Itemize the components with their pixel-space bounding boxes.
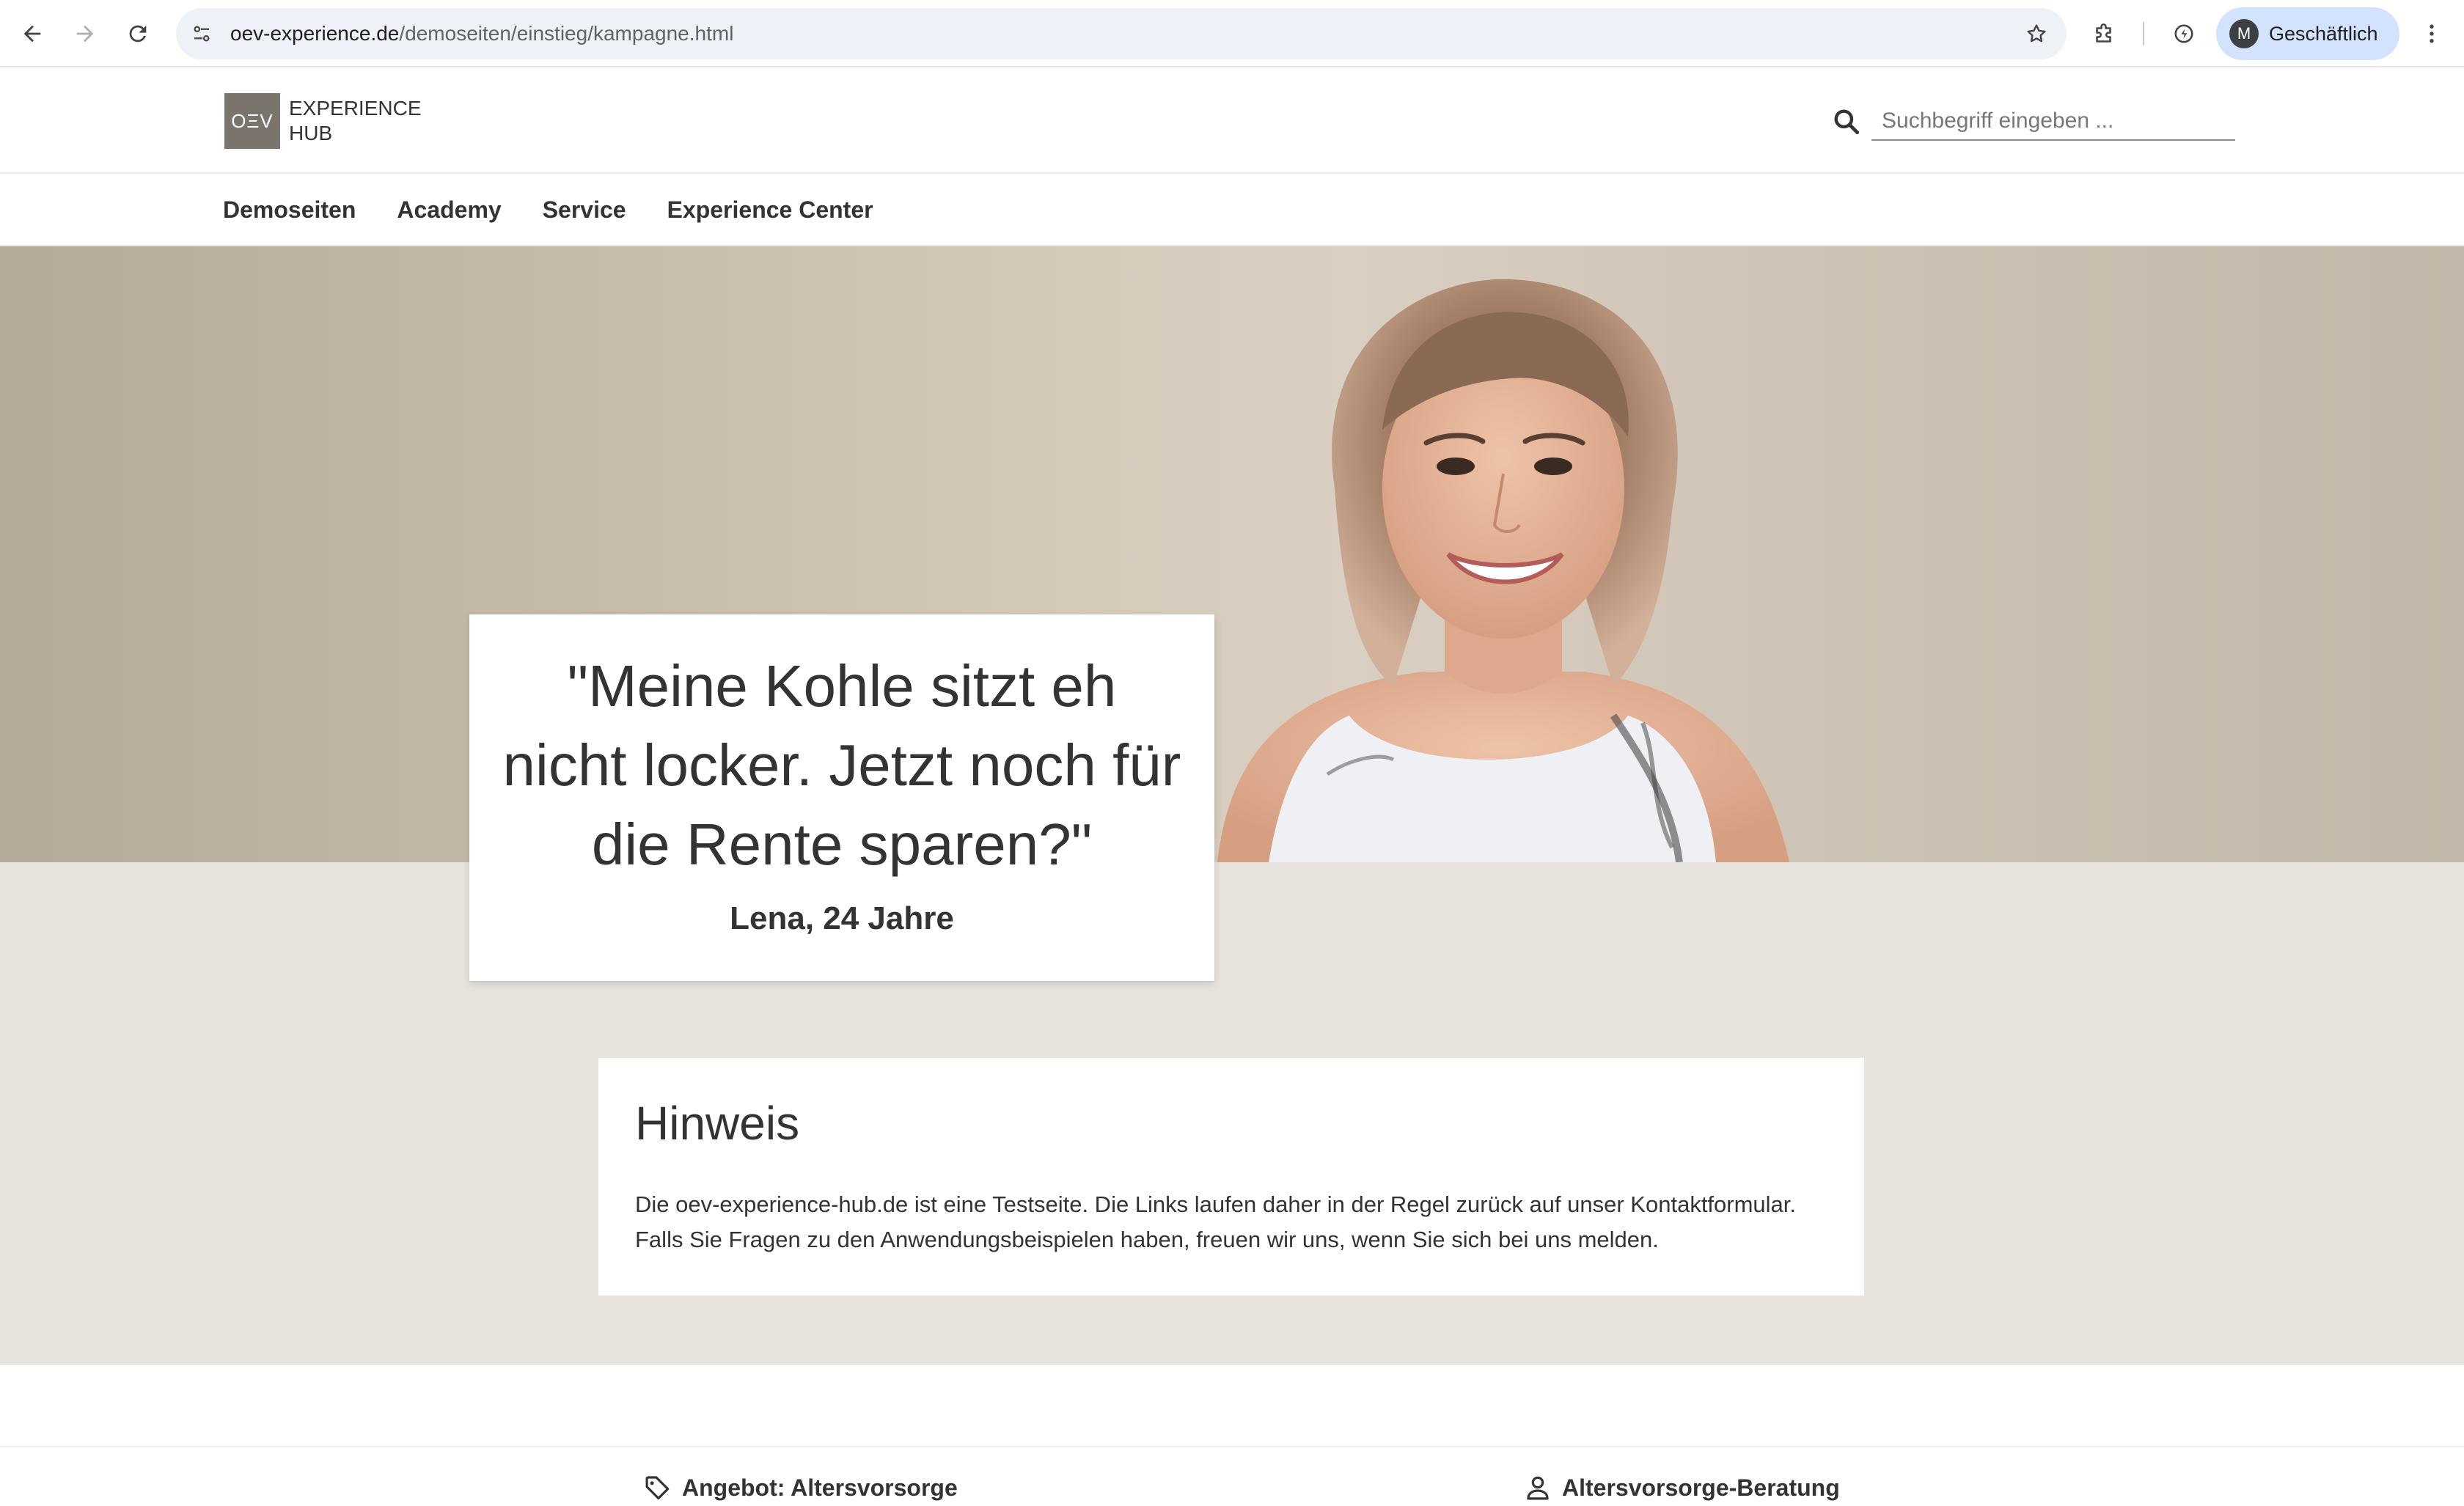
back-arrow-icon: [23, 25, 41, 43]
site-settings-icon: [194, 26, 210, 42]
tag-icon: [645, 1476, 670, 1500]
logo-wordmark: EXPERIENCE HUB: [289, 96, 422, 146]
site-search: [1830, 103, 2235, 141]
bookmark-star-icon: [2027, 24, 2046, 43]
extensions-puzzle-icon: [2096, 23, 2111, 43]
notice-title: Hinweis: [635, 1097, 800, 1150]
extensions-button[interactable]: [2086, 15, 2124, 53]
notice-body: Die oev-experience-hub.de ist eine Tests…: [635, 1191, 1797, 1252]
teaser-label: Angebot: Altersvorsorge: [682, 1474, 958, 1501]
address-bar[interactable]: oev-experience.de/demoseiten/einstieg/ka…: [176, 8, 2067, 59]
site-settings-button[interactable]: [186, 18, 217, 49]
back-button[interactable]: [13, 15, 51, 53]
quote-card: "Meine Kohle sitzt eh nicht locker. Jetz…: [469, 614, 1214, 981]
person-icon: [1527, 1476, 1549, 1500]
bookmark-button[interactable]: [2021, 18, 2052, 49]
url-path: /demoseiten/einstieg/kampagne.html: [399, 22, 734, 45]
nav-item-experience-center[interactable]: Experience Center: [667, 196, 873, 224]
divider: [0, 1446, 2464, 1447]
hero-banner: [0, 246, 2464, 862]
logo-line-2: HUB: [289, 122, 333, 144]
browser-menu-button[interactable]: [2413, 15, 2451, 53]
url-host: oev-experience.de: [230, 22, 400, 45]
teaser-angebot-altersvorsorge[interactable]: Angebot: Altersvorsorge: [642, 1471, 958, 1505]
logo-mark: OΞV: [224, 93, 280, 149]
forward-arrow-icon: [76, 25, 94, 43]
nav-item-demoseiten[interactable]: Demoseiten: [223, 196, 356, 224]
more-vert-icon: [2430, 24, 2434, 43]
nav-item-service[interactable]: Service: [543, 196, 626, 224]
url-text[interactable]: oev-experience.de/demoseiten/einstieg/ka…: [230, 8, 733, 59]
avatar: M: [2229, 19, 2259, 48]
nav-item-academy[interactable]: Academy: [397, 196, 501, 224]
chrome-labs-icon: [2174, 24, 2193, 43]
teaser-strip: Angebot: Altersvorsorge Altersvorsorge-B…: [0, 1365, 2464, 1506]
search-input[interactable]: [1871, 103, 2235, 141]
chrome-labs-button[interactable]: [2165, 15, 2203, 53]
main-navigation: Demoseiten Academy Service Experience Ce…: [0, 174, 2464, 246]
notice-card: Hinweis Die oev-experience-hub.de ist ei…: [598, 1058, 1864, 1296]
search-icon[interactable]: [1830, 106, 1863, 138]
browser-toolbar: oev-experience.de/demoseiten/einstieg/ka…: [0, 0, 2464, 67]
profile-button[interactable]: M Geschäftlich: [2216, 7, 2399, 60]
reload-icon: [129, 25, 147, 43]
logo-line-1: EXPERIENCE: [289, 97, 422, 120]
hero-portrait-image: [1217, 279, 1789, 862]
toolbar-divider: [2143, 22, 2144, 45]
teaser-altersvorsorge-beratung[interactable]: Altersvorsorge-Beratung: [1522, 1471, 1840, 1505]
hero-quote: "Meine Kohle sitzt eh nicht locker. Jetz…: [502, 653, 1181, 877]
site-header: OΞV EXPERIENCE HUB: [0, 67, 2464, 174]
site-logo[interactable]: OΞV EXPERIENCE HUB: [224, 92, 422, 150]
forward-button[interactable]: [66, 15, 104, 53]
reload-button[interactable]: [119, 15, 157, 53]
quote-author: Lena, 24 Jahre: [730, 900, 954, 936]
teaser-label: Altersvorsorge-Beratung: [1562, 1474, 1840, 1501]
profile-label: Geschäftlich: [2269, 23, 2378, 45]
